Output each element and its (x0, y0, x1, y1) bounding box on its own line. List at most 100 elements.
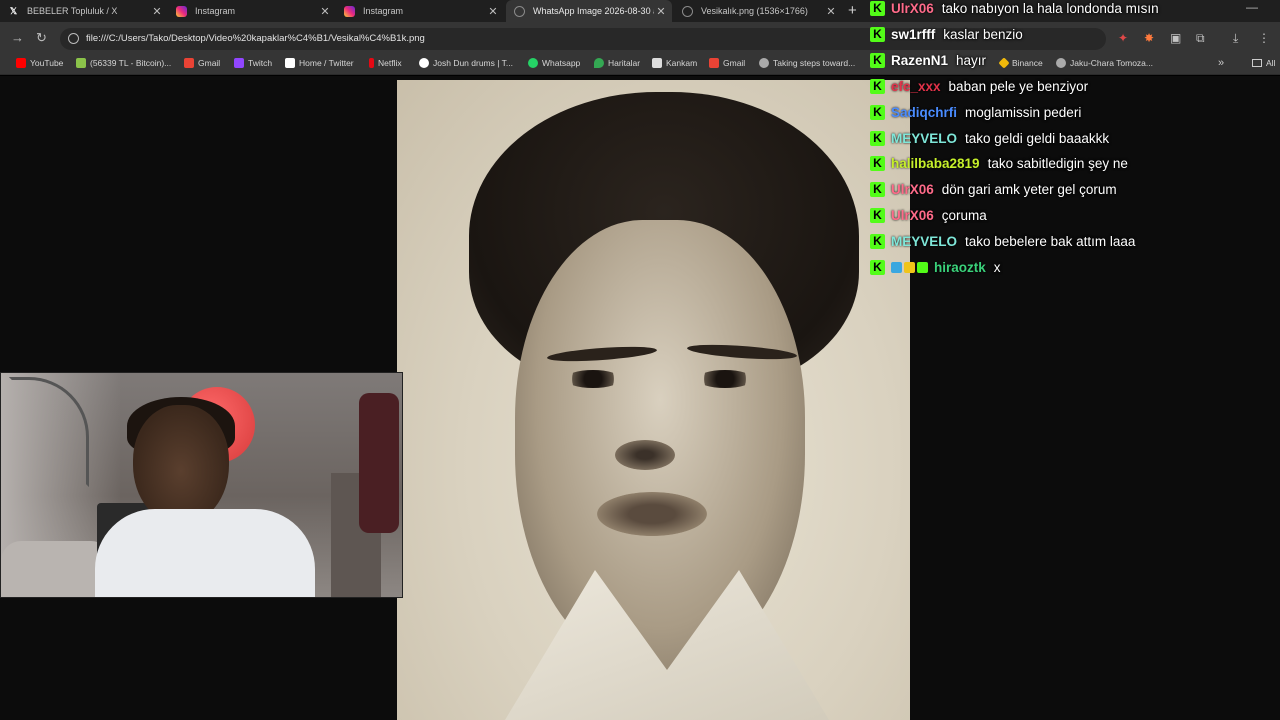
webcam-feed (0, 372, 403, 598)
tab-instagram-2[interactable]: Instagram ✕ (336, 0, 504, 22)
instagram-icon (652, 58, 662, 68)
globe-icon (759, 58, 769, 68)
tab-title: Vesikalık.png (1536×1766) (701, 6, 808, 16)
bookmark-label: Gmail (198, 58, 221, 68)
portrait-photo (397, 80, 910, 720)
bookmark-twitter[interactable]: Home / Twitter (285, 58, 354, 68)
bookmark-label: Binance (1012, 58, 1043, 68)
close-icon[interactable]: ✕ (318, 5, 332, 18)
bookmark-binance[interactable]: Binance (998, 57, 1043, 69)
bookmark-gmail[interactable]: Gmail (184, 58, 220, 68)
more-bookmarks-icon[interactable]: » (1218, 57, 1224, 69)
instagram-icon (176, 5, 187, 17)
gmail-icon (184, 58, 194, 68)
chat-text: tako geldi geldi baaakkk (965, 130, 1110, 146)
globe-icon (682, 5, 693, 17)
extension-icon[interactable]: ✸ (1144, 31, 1154, 45)
chat-username: Sadiqchrfi (891, 104, 958, 120)
streamer-face (133, 405, 229, 525)
chat-message: K UlrX06 çoruma (870, 205, 987, 225)
close-icon[interactable]: ✕ (150, 5, 164, 18)
chat-username: RazenN1 (891, 52, 949, 68)
maps-icon (594, 58, 604, 68)
menu-icon[interactable]: ⋮ (1258, 31, 1270, 45)
tab-x[interactable]: 𝕏 BEBELER Topluluk / X ✕ (0, 0, 168, 22)
kick-logo-icon: K (870, 26, 885, 42)
chat-message: K Sadiqchrfi moglamissin pederi (870, 102, 1081, 122)
streamer-shirt (95, 509, 315, 597)
browser-toolbar: → ↻ file:///C:/Users/Tako/Desktop/Video%… (0, 22, 1280, 55)
close-icon[interactable]: ✕ (486, 5, 500, 18)
folder-icon (1252, 59, 1262, 67)
bitcoin-icon (76, 58, 86, 68)
reload-icon[interactable]: ↻ (36, 30, 47, 46)
chat-message: K UlrX06 dön gari amk yeter gel çorum (870, 179, 1117, 199)
tab-title: Instagram (363, 6, 404, 16)
chat-message: K UlrX06 tako nabıyon la hala londonda m… (870, 0, 1159, 18)
bookmark-maps[interactable]: Haritalar (594, 58, 640, 68)
gmail-icon (709, 58, 719, 68)
all-bookmarks-label: All (1266, 58, 1276, 68)
info-icon[interactable] (68, 33, 79, 44)
kick-logo-icon: K (870, 104, 885, 120)
bookmark-netflix[interactable]: Netflix (369, 58, 402, 68)
chat-text: kaslar benzio (943, 26, 1023, 42)
bookmark-label: Netflix (378, 58, 402, 68)
forward-icon[interactable]: → (11, 30, 24, 45)
extensions-puzzle-icon[interactable]: ⧉ (1196, 31, 1205, 46)
bookmark-twitch[interactable]: Twitch (234, 58, 272, 68)
bookmark-bitcoin[interactable]: (56339 TL - Bitcoin)... (76, 58, 171, 68)
netflix-icon (369, 58, 374, 68)
bookmark-label: Twitch (248, 58, 273, 68)
bookmark-kankam[interactable]: Kankam (652, 58, 697, 68)
chat-text: x (993, 259, 1001, 275)
chat-username: MEYVELO (891, 130, 958, 146)
kick-logo-icon: K (870, 207, 885, 223)
chat-message: K hiraoztk x (870, 257, 1001, 277)
kick-logo-icon: K (870, 52, 885, 68)
chat-text: tako nabıyon la hala londonda mısın (941, 0, 1159, 16)
tab-instagram-1[interactable]: Instagram ✕ (168, 0, 336, 22)
bookmark-youtube[interactable]: YouTube (16, 58, 63, 68)
chat-message: K sw1rfff kaslar benzio (870, 24, 1023, 44)
subscriber-badge-icon (891, 261, 902, 273)
chat-username: UlrX06 (891, 0, 934, 16)
close-icon[interactable]: ✕ (654, 5, 668, 18)
chat-text: hayır (956, 52, 987, 68)
extension-icon[interactable]: ✦ (1118, 31, 1128, 45)
kick-logo-icon: K (870, 233, 885, 249)
minimize-button[interactable]: — (1246, 0, 1258, 14)
tab-title: Instagram (195, 6, 236, 16)
chat-username: sw1rfff (891, 26, 936, 42)
url-text[interactable]: file:///C:/Users/Tako/Desktop/Video%20ka… (86, 33, 425, 44)
new-tab-button[interactable]: + (848, 2, 857, 19)
chat-message: K halilbaba2819 tako sabitledigin şey ne (870, 153, 1128, 173)
kick-logo-icon: K (870, 0, 885, 16)
bookmark-jaku-chara[interactable]: Jaku-Chara Tomoza... (1056, 58, 1153, 68)
tab-whatsapp-image[interactable]: WhatsApp Image 2026-08-30 a ✕ (506, 0, 672, 22)
kick-logo-icon: K (870, 130, 885, 146)
bookmark-gmail-2[interactable]: Gmail (709, 58, 745, 68)
bookmark-label: Whatsapp (542, 58, 581, 68)
photo-nose (615, 440, 675, 470)
bookmark-label: Home / Twitter (299, 58, 354, 68)
coat (359, 393, 399, 533)
chat-message: K MEYVELO tako bebelere bak attım laaa (870, 231, 1135, 251)
kick-logo-icon: K (870, 155, 885, 171)
youtube-icon (16, 58, 26, 68)
extension-icon[interactable]: ▣ (1170, 31, 1181, 45)
kick-logo-icon: K (870, 78, 885, 94)
globe-icon (514, 5, 525, 17)
chat-message: K MEYVELO tako geldi geldi baaakkk (870, 128, 1109, 148)
close-icon[interactable]: ✕ (824, 5, 838, 18)
whatsapp-icon (528, 58, 538, 68)
bookmark-whatsapp[interactable]: Whatsapp (528, 58, 580, 68)
binance-icon (998, 57, 1010, 69)
bookmark-label: (56339 TL - Bitcoin)... (90, 58, 172, 68)
all-bookmarks-button[interactable]: All (1252, 58, 1275, 68)
tab-title: WhatsApp Image 2026-08-30 a (533, 6, 654, 16)
bookmark-josh-dun[interactable]: Josh Dun drums | T... (419, 58, 513, 68)
bookmark-taking-steps[interactable]: Taking steps toward... (759, 58, 855, 68)
tab-vesikalik[interactable]: Vesikalık.png (1536×1766) ✕ (674, 0, 842, 22)
download-icon[interactable]: ⤓ (1233, 31, 1238, 46)
